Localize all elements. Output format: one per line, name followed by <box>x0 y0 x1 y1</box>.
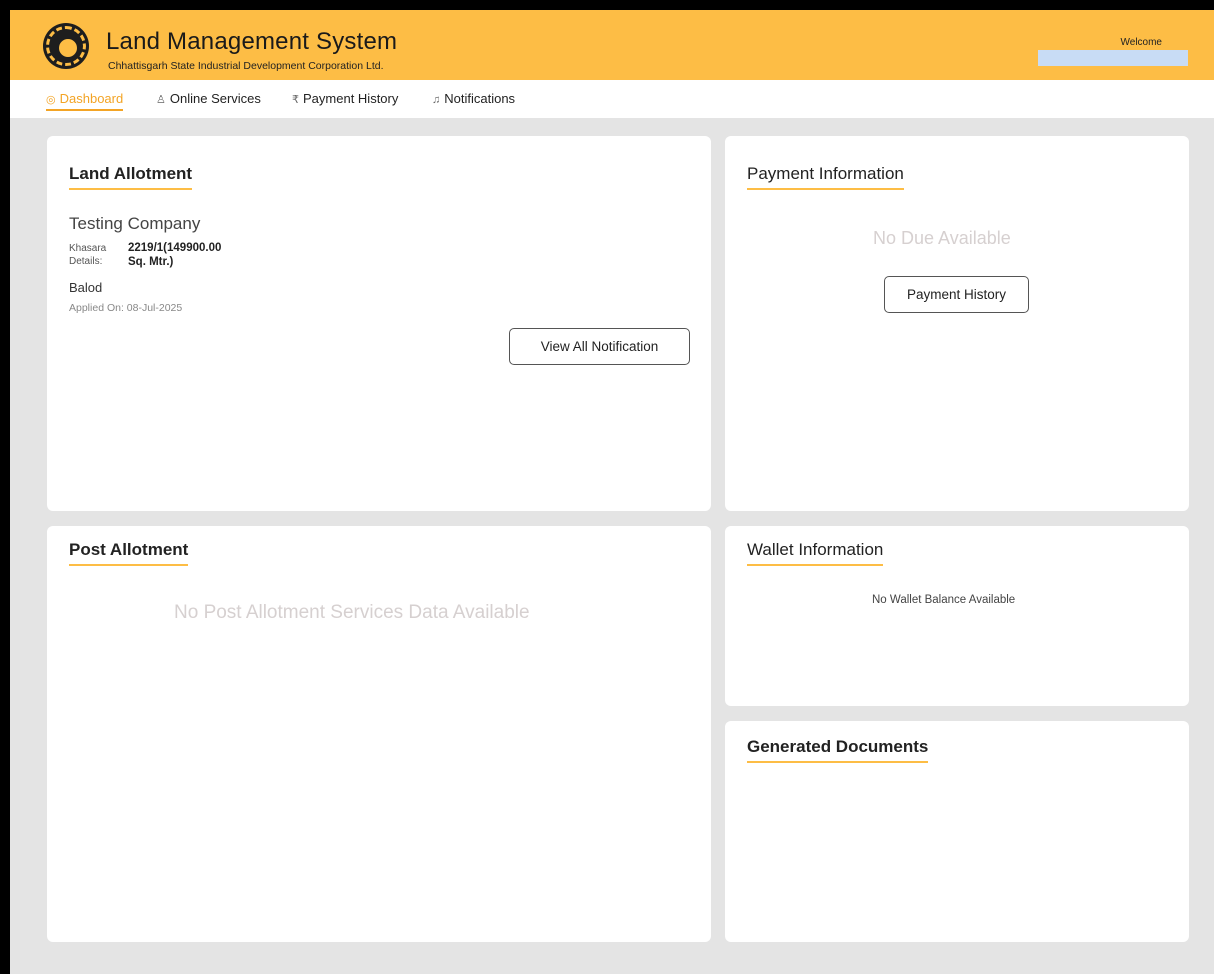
payment-history-button[interactable]: Payment History <box>884 276 1029 313</box>
khasara-unit: Sq. Mtr.) <box>128 256 174 268</box>
app-title: Land Management System <box>106 28 398 55</box>
view-all-notification-button[interactable]: View All Notification <box>509 328 690 365</box>
cgsidc-logo-icon <box>46 26 86 66</box>
post-allotment-card: Post Allotment No Post Allotment Service… <box>47 526 711 942</box>
nav-dashboard-label: Dashboard <box>59 91 124 106</box>
generated-documents-card: Generated Documents <box>725 721 1189 942</box>
post-allotment-title: Post Allotment <box>69 540 189 566</box>
nav-notifications[interactable]: ♫ Notifications <box>432 91 515 106</box>
no-wallet-balance-message: No Wallet Balance Available <box>872 594 1016 606</box>
app-header: Land Management System Chhattisgarh Stat… <box>10 10 1214 80</box>
no-due-message: No Due Available <box>873 228 1011 248</box>
nav-payment-history-label: Payment History <box>303 91 399 106</box>
nav-dashboard[interactable]: ◎ Dashboard <box>46 91 124 111</box>
land-allotment-title: Land Allotment <box>69 164 193 190</box>
no-post-allotment-message: No Post Allotment Services Data Availabl… <box>174 602 530 623</box>
dashboard-icon: ◎ <box>46 94 56 106</box>
rupee-icon: ₹ <box>292 94 299 106</box>
generated-documents-title: Generated Documents <box>747 737 929 763</box>
district-name: Balod <box>69 280 103 295</box>
main-nav: ◎ Dashboard ♙ Online Services ₹ Payment His… <box>10 80 1214 118</box>
nav-online-services-label: Online Services <box>169 91 261 106</box>
nav-payment-history[interactable]: ₹ Payment History <box>292 91 398 106</box>
app-subtitle: Chhattisgarh State Industrial Developmen… <box>108 60 384 72</box>
nav-notifications-label: Notifications <box>444 91 516 106</box>
app-frame: Land Management System Chhattisgarh Stat… <box>10 10 1214 974</box>
khasara-label: Khasara <box>69 243 107 254</box>
wallet-information-title: Wallet Information <box>747 540 884 566</box>
welcome-text: Welcome <box>1120 37 1163 48</box>
applied-on-date: Applied On: 08-Jul-2025 <box>69 302 183 314</box>
user-menu[interactable] <box>1038 50 1188 66</box>
payment-information-card: Payment Information No Due Available Pay… <box>725 136 1189 511</box>
company-name: Testing Company <box>69 214 201 233</box>
khasara-value: 2219/1(149900.00 <box>128 242 222 254</box>
user-icon: ♙ <box>156 94 166 106</box>
payment-information-title: Payment Information <box>747 164 904 190</box>
wallet-information-card: Wallet Information No Wallet Balance Ava… <box>725 526 1189 706</box>
details-label: Details: <box>69 256 103 267</box>
nav-online-services[interactable]: ♙ Online Services <box>156 91 261 106</box>
bell-icon: ♫ <box>432 94 441 106</box>
land-allotment-card: Land Allotment Testing Company Khasara D… <box>47 136 711 511</box>
